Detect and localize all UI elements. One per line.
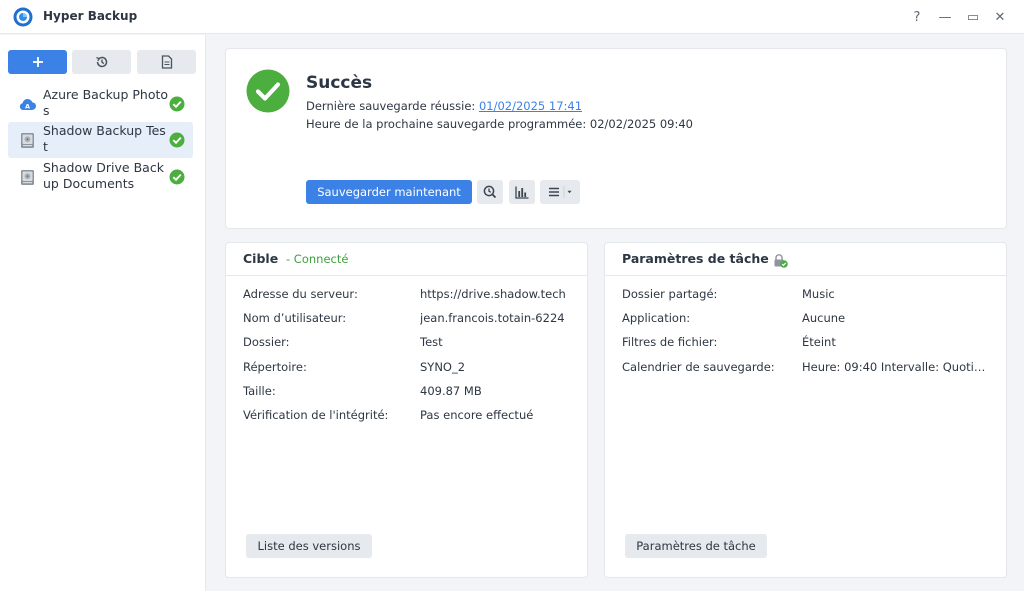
lock-check-icon <box>774 254 788 268</box>
svg-text:A: A <box>25 103 30 111</box>
status-title: Succès <box>306 73 373 93</box>
backup-schedule-label: Calendrier de sauvegarde: <box>622 360 775 374</box>
window-title: Hyper Backup <box>43 9 138 23</box>
minimize-button[interactable]: — <box>936 8 954 26</box>
task-label: Shadow Backup Test <box>43 123 166 154</box>
success-check-icon <box>246 69 290 113</box>
next-backup-line: Heure de la prochaine sauvegarde program… <box>306 117 693 131</box>
status-card: Succès Dernière sauvegarde réussie: 01/0… <box>225 48 1007 229</box>
help-button[interactable]: ? <box>908 8 926 26</box>
history-icon <box>95 56 107 68</box>
task-settings-title: Paramètres de tâche <box>622 251 769 266</box>
target-panel-header: Cible - Connecté <box>226 243 587 276</box>
target-panel: Cible - Connecté Adresse du serveur: htt… <box>225 242 588 578</box>
task-item-shadow-drive-backup-documents[interactable]: Shadow Drive Backup Documents <box>8 159 193 195</box>
target-title: Cible <box>243 251 279 266</box>
last-backup-link[interactable]: 01/02/2025 17:41 <box>479 99 582 113</box>
task-label: Azure Backup Photos <box>43 87 169 118</box>
document-icon <box>161 55 172 69</box>
directory-value: SYNO_2 <box>420 360 466 374</box>
server-address-value: https://drive.shadow.tech <box>420 287 566 301</box>
success-check-icon <box>169 96 185 112</box>
file-filters-value: Éteint <box>802 335 836 349</box>
next-backup-value: 02/02/2025 09:40 <box>589 117 694 131</box>
directory-label: Répertoire: <box>243 360 307 374</box>
plus-icon <box>32 57 43 67</box>
next-backup-label: Heure de la prochaine sauvegarde program… <box>306 117 587 131</box>
sidebar: A Azure Backup Photos Shadow Backup Test <box>0 35 206 591</box>
file-filters-label: Filtres de fichier: <box>622 335 718 349</box>
task-label: Shadow Drive Backup Documents <box>43 160 164 191</box>
server-icon <box>21 133 34 148</box>
shared-folder-value: Music <box>802 287 835 301</box>
connection-status: - Connecté <box>286 252 349 266</box>
statistics-button[interactable] <box>509 180 535 204</box>
size-value: 409.87 MB <box>420 384 482 398</box>
username-label: Nom d’utilisateur: <box>243 311 347 325</box>
add-task-button[interactable] <box>8 50 67 74</box>
task-settings-button[interactable]: Paramètres de tâche <box>625 534 767 558</box>
cloud-icon: A <box>19 98 36 111</box>
task-settings-panel: Paramètres de tâche Dossier partagé: Mus… <box>604 242 1007 578</box>
username-value: jean.francois.totain-6224 <box>420 311 565 325</box>
last-backup-line: Dernière sauvegarde réussie: 01/02/2025 … <box>306 99 582 113</box>
log-button[interactable] <box>137 50 196 74</box>
success-check-icon <box>169 169 185 185</box>
integrity-check-value: Pas encore effectué <box>420 408 534 422</box>
clock-search-icon <box>483 185 497 199</box>
application-label: Application: <box>622 311 691 325</box>
last-backup-label: Dernière sauvegarde réussie: <box>306 99 476 113</box>
close-button[interactable]: ✕ <box>991 8 1009 26</box>
menu-icon <box>549 186 572 198</box>
maximize-button[interactable]: ▭ <box>964 8 982 26</box>
task-item-shadow-backup-test[interactable]: Shadow Backup Test <box>8 122 193 158</box>
application-value: Aucune <box>802 311 846 325</box>
size-label: Taille: <box>243 384 276 398</box>
folder-label: Dossier: <box>243 335 290 349</box>
restore-button[interactable] <box>72 50 131 74</box>
schedule-button[interactable] <box>477 180 503 204</box>
server-icon <box>21 170 34 185</box>
backup-schedule-value: Heure: 09:40 Intervalle: Quotidien <box>802 360 992 374</box>
backup-now-button[interactable]: Sauvegarder maintenant <box>306 180 472 204</box>
task-settings-panel-header: Paramètres de tâche <box>605 243 1006 276</box>
shared-folder-label: Dossier partagé: <box>622 287 718 301</box>
hyper-backup-logo-icon <box>13 7 33 27</box>
integrity-check-label: Vérification de l'intégrité: <box>243 408 389 422</box>
title-bar: Hyper Backup ? — ▭ ✕ <box>0 0 1024 34</box>
task-item-azure-backup-photos[interactable]: A Azure Backup Photos <box>8 86 193 122</box>
more-actions-menu[interactable] <box>540 180 580 204</box>
success-check-icon <box>169 132 185 148</box>
server-address-label: Adresse du serveur: <box>243 287 358 301</box>
folder-value: Test <box>420 335 443 349</box>
bar-chart-icon <box>515 186 529 199</box>
version-list-button[interactable]: Liste des versions <box>246 534 372 558</box>
